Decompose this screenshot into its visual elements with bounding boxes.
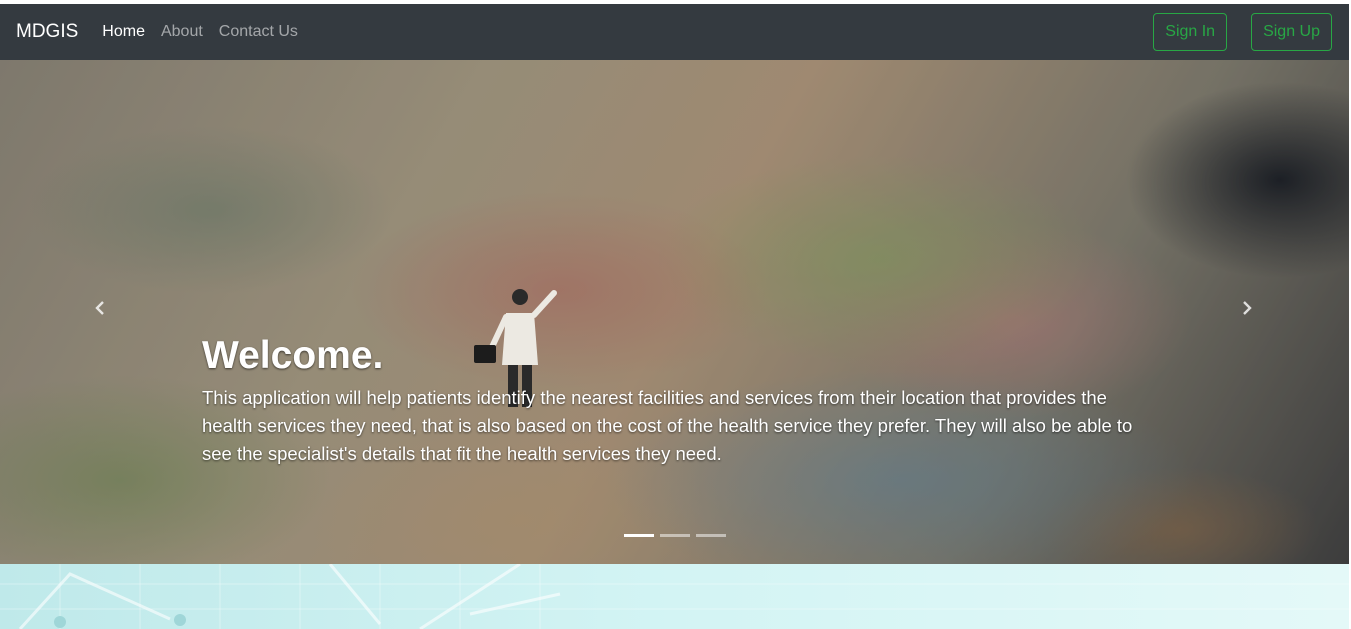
auth-buttons: Sign In Sign Up: [1153, 13, 1332, 51]
nav-link-contact[interactable]: Contact Us: [219, 23, 298, 41]
carousel-indicator-3[interactable]: [696, 534, 726, 537]
hero-background-image: [0, 60, 1349, 564]
carousel-prev-button[interactable]: [84, 292, 116, 324]
nav-link-home[interactable]: Home: [102, 23, 145, 41]
carousel-indicators: [624, 534, 726, 537]
carousel-heading: Welcome.: [202, 334, 384, 377]
network-pattern-image: [0, 564, 1349, 629]
brand-logo[interactable]: MDGIS: [16, 21, 78, 43]
navbar: MDGIS Home About Contact Us Sign In Sign…: [0, 4, 1349, 60]
sign-up-button[interactable]: Sign Up: [1251, 13, 1332, 51]
carousel-description: This application will help patients iden…: [202, 386, 1133, 464]
carousel-indicator-2[interactable]: [660, 534, 690, 537]
hero-carousel: Welcome. This application will help pati…: [0, 60, 1349, 564]
sign-in-button[interactable]: Sign In: [1153, 13, 1228, 51]
carousel-caption: Welcome. This application will help pati…: [202, 334, 1162, 468]
next-section-background: [0, 564, 1349, 629]
carousel-next-button[interactable]: [1231, 292, 1263, 324]
chevron-right-icon: [1243, 301, 1252, 315]
chevron-left-icon: [95, 301, 104, 315]
nav-link-about[interactable]: About: [161, 23, 203, 41]
carousel-indicator-1[interactable]: [624, 534, 654, 537]
